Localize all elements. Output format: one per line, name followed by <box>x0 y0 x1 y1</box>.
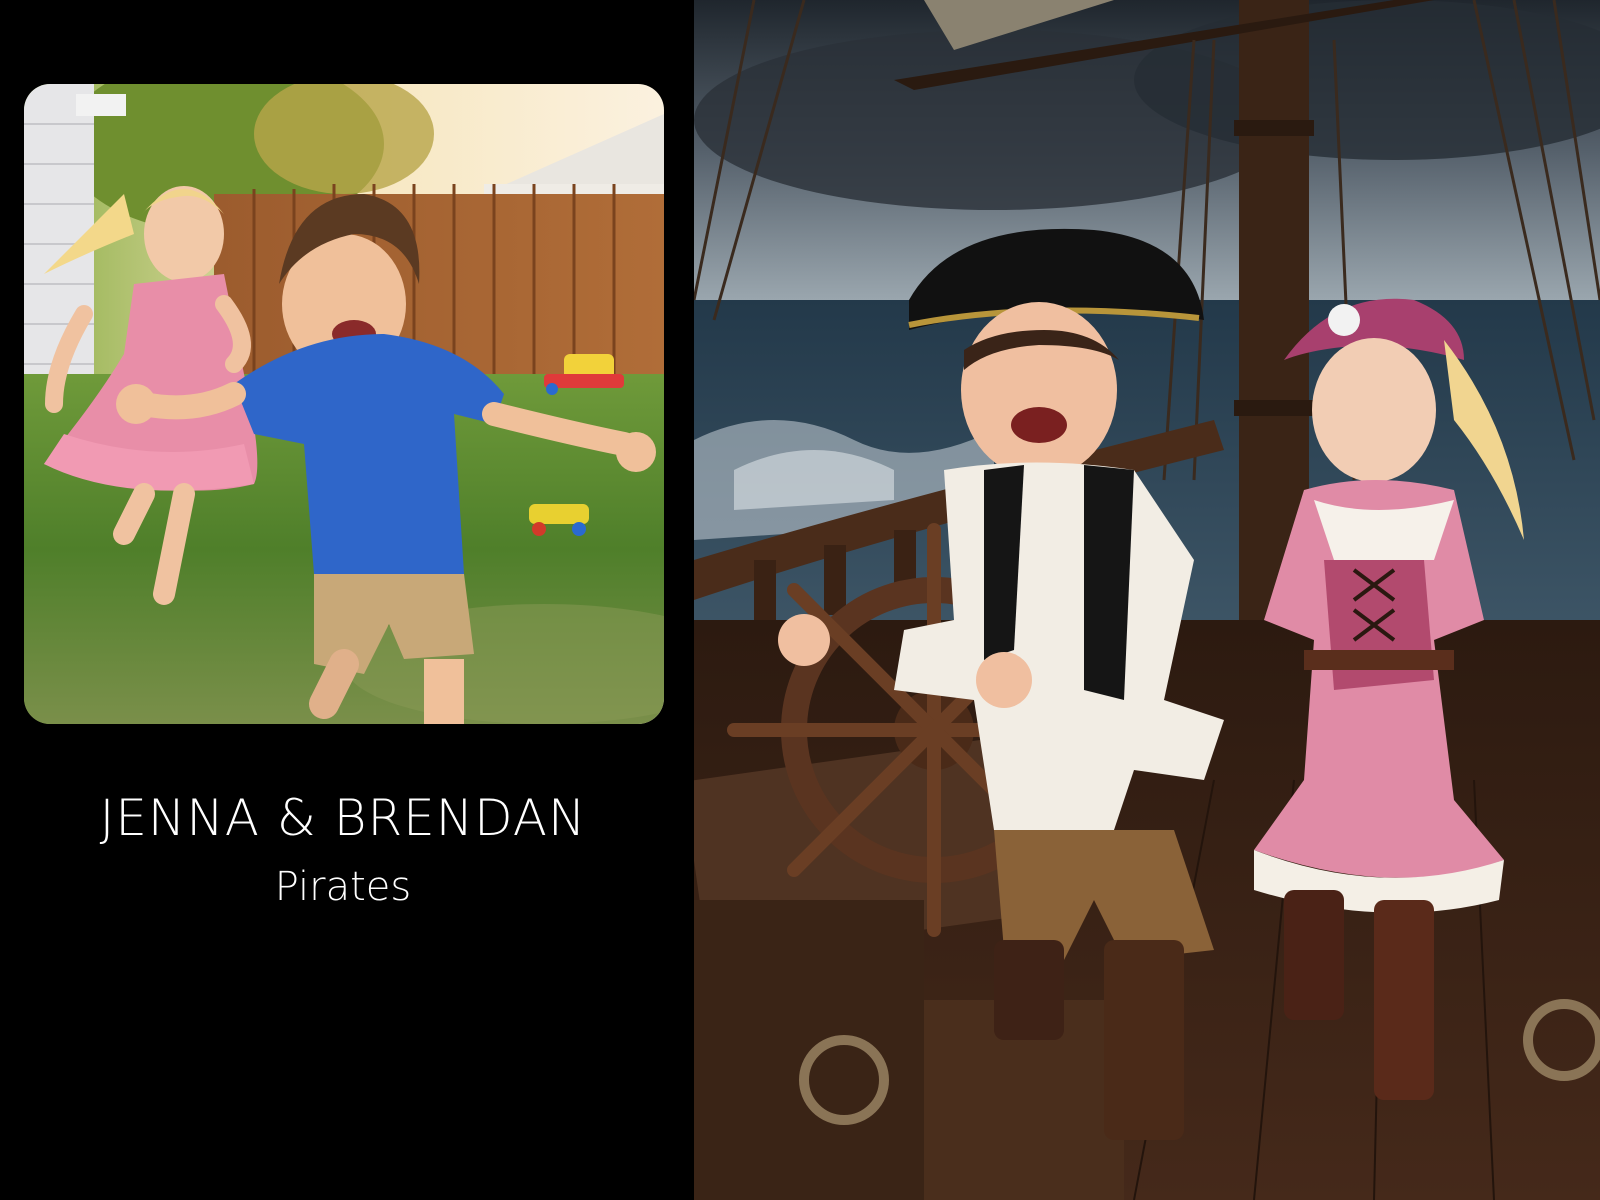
collage-page: JENNA & BRENDAN Pirates <box>0 0 1600 1200</box>
backyard-photo <box>24 84 664 724</box>
caption-subtitle: Pirates <box>274 864 412 910</box>
caption-title: JENNA & BRENDAN <box>99 789 587 847</box>
pirate-ship-photo <box>694 0 1600 1200</box>
caption-panel: JENNA & BRENDAN Pirates <box>0 0 694 1200</box>
